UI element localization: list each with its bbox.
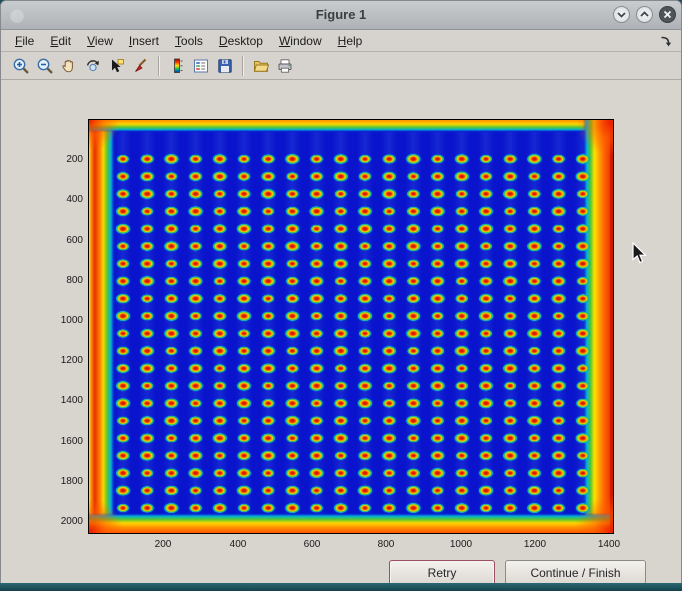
y-tick-label: 200 xyxy=(37,154,83,165)
menu-view[interactable]: View xyxy=(79,31,121,51)
zoom-out-button[interactable] xyxy=(33,54,57,78)
figure-window: Figure 1 File Edit View Insert Tools Des… xyxy=(0,0,682,583)
menu-tools[interactable]: Tools xyxy=(167,31,211,51)
zoom-in-button[interactable] xyxy=(9,54,33,78)
y-tick-label: 1400 xyxy=(37,395,83,406)
save-icon xyxy=(216,57,234,75)
toolbar xyxy=(1,52,681,80)
menu-window[interactable]: Window xyxy=(271,31,330,51)
menubar: File Edit View Insert Tools Desktop Wind… xyxy=(1,30,681,52)
x-tick-label: 1000 xyxy=(439,539,483,550)
pan-button[interactable] xyxy=(57,54,81,78)
colorbar-icon xyxy=(168,57,186,75)
chevron-up-icon xyxy=(639,9,650,20)
print-icon xyxy=(276,57,294,75)
print-button[interactable] xyxy=(273,54,297,78)
y-tick-label: 1000 xyxy=(37,315,83,326)
save-button[interactable] xyxy=(213,54,237,78)
menu-file[interactable]: File xyxy=(7,31,42,51)
x-tick-label: 800 xyxy=(364,539,408,550)
mouse-cursor xyxy=(632,242,650,266)
dock-arrow-icon xyxy=(658,34,672,48)
window-controls xyxy=(613,6,676,23)
x-tick-label: 1400 xyxy=(587,539,631,550)
zoom-out-icon xyxy=(36,57,54,75)
y-tick-label: 600 xyxy=(37,235,83,246)
open-file-button[interactable] xyxy=(249,54,273,78)
open-folder-icon xyxy=(252,57,270,75)
heatmap-canvas[interactable] xyxy=(89,120,613,533)
menu-help[interactable]: Help xyxy=(330,31,371,51)
rotate-3d-icon xyxy=(84,57,102,75)
x-tick-label: 1200 xyxy=(513,539,557,550)
menu-desktop[interactable]: Desktop xyxy=(211,31,271,51)
menu-edit[interactable]: Edit xyxy=(42,31,79,51)
dock-figure-button[interactable] xyxy=(658,34,672,48)
menu-insert[interactable]: Insert xyxy=(121,31,167,51)
titlebar[interactable]: Figure 1 xyxy=(1,1,681,30)
toolbar-separator xyxy=(242,56,244,76)
chevron-down-icon xyxy=(616,9,627,20)
minimize-button[interactable] xyxy=(613,6,630,23)
zoom-in-icon xyxy=(12,57,30,75)
toolbar-separator xyxy=(158,56,160,76)
screen: Figure 1 File Edit View Insert Tools Des… xyxy=(0,0,682,591)
y-tick-label: 1800 xyxy=(37,476,83,487)
x-tick-label: 600 xyxy=(290,539,334,550)
close-button[interactable] xyxy=(659,6,676,23)
brush-button[interactable] xyxy=(129,54,153,78)
insert-legend-button[interactable] xyxy=(189,54,213,78)
rotate-3d-button[interactable] xyxy=(81,54,105,78)
legend-icon xyxy=(192,57,210,75)
data-cursor-icon xyxy=(108,57,126,75)
data-cursor-button[interactable] xyxy=(105,54,129,78)
close-icon xyxy=(662,9,673,20)
maximize-button[interactable] xyxy=(636,6,653,23)
figure-canvas-area: 200 400 600 800 1000 1200 1400 1600 1800… xyxy=(1,80,681,585)
x-tick-label: 200 xyxy=(141,539,185,550)
desktop-background xyxy=(0,583,682,591)
x-tick-label: 400 xyxy=(216,539,260,550)
y-tick-label: 400 xyxy=(37,194,83,205)
y-tick-label: 1200 xyxy=(37,355,83,366)
y-tick-label: 1600 xyxy=(37,436,83,447)
insert-colorbar-button[interactable] xyxy=(165,54,189,78)
retry-button[interactable]: Retry xyxy=(389,560,495,585)
continue-finish-button[interactable]: Continue / Finish xyxy=(505,560,646,585)
y-tick-label: 2000 xyxy=(37,516,83,527)
plot-axes[interactable] xyxy=(88,119,614,534)
y-tick-label: 800 xyxy=(37,275,83,286)
pan-hand-icon xyxy=(60,57,78,75)
brush-icon xyxy=(132,57,150,75)
window-title: Figure 1 xyxy=(1,7,681,22)
